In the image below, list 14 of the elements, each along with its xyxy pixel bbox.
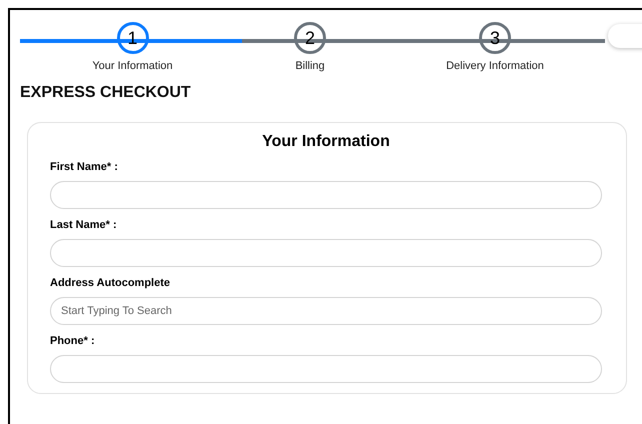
- step-label: Delivery Information: [446, 60, 544, 72]
- input-field[interactable]: [50, 239, 602, 267]
- form-title: Your Information: [261, 133, 391, 151]
- field-label: Address Autocomplete: [50, 277, 172, 289]
- input-field[interactable]: Start Typing To Search: [50, 297, 602, 325]
- field-label: First Name* :: [50, 161, 119, 173]
- field-label: Last Name* :: [50, 219, 118, 231]
- page-heading: EXPRESS CHECKOUT: [20, 84, 192, 102]
- step-label: Billing: [295, 60, 325, 72]
- toggle-knob[interactable]: [608, 24, 642, 48]
- input-field[interactable]: [50, 355, 602, 383]
- field-label: Phone* :: [50, 335, 96, 347]
- step-label: Your Information: [92, 60, 173, 72]
- input-field[interactable]: [50, 181, 602, 209]
